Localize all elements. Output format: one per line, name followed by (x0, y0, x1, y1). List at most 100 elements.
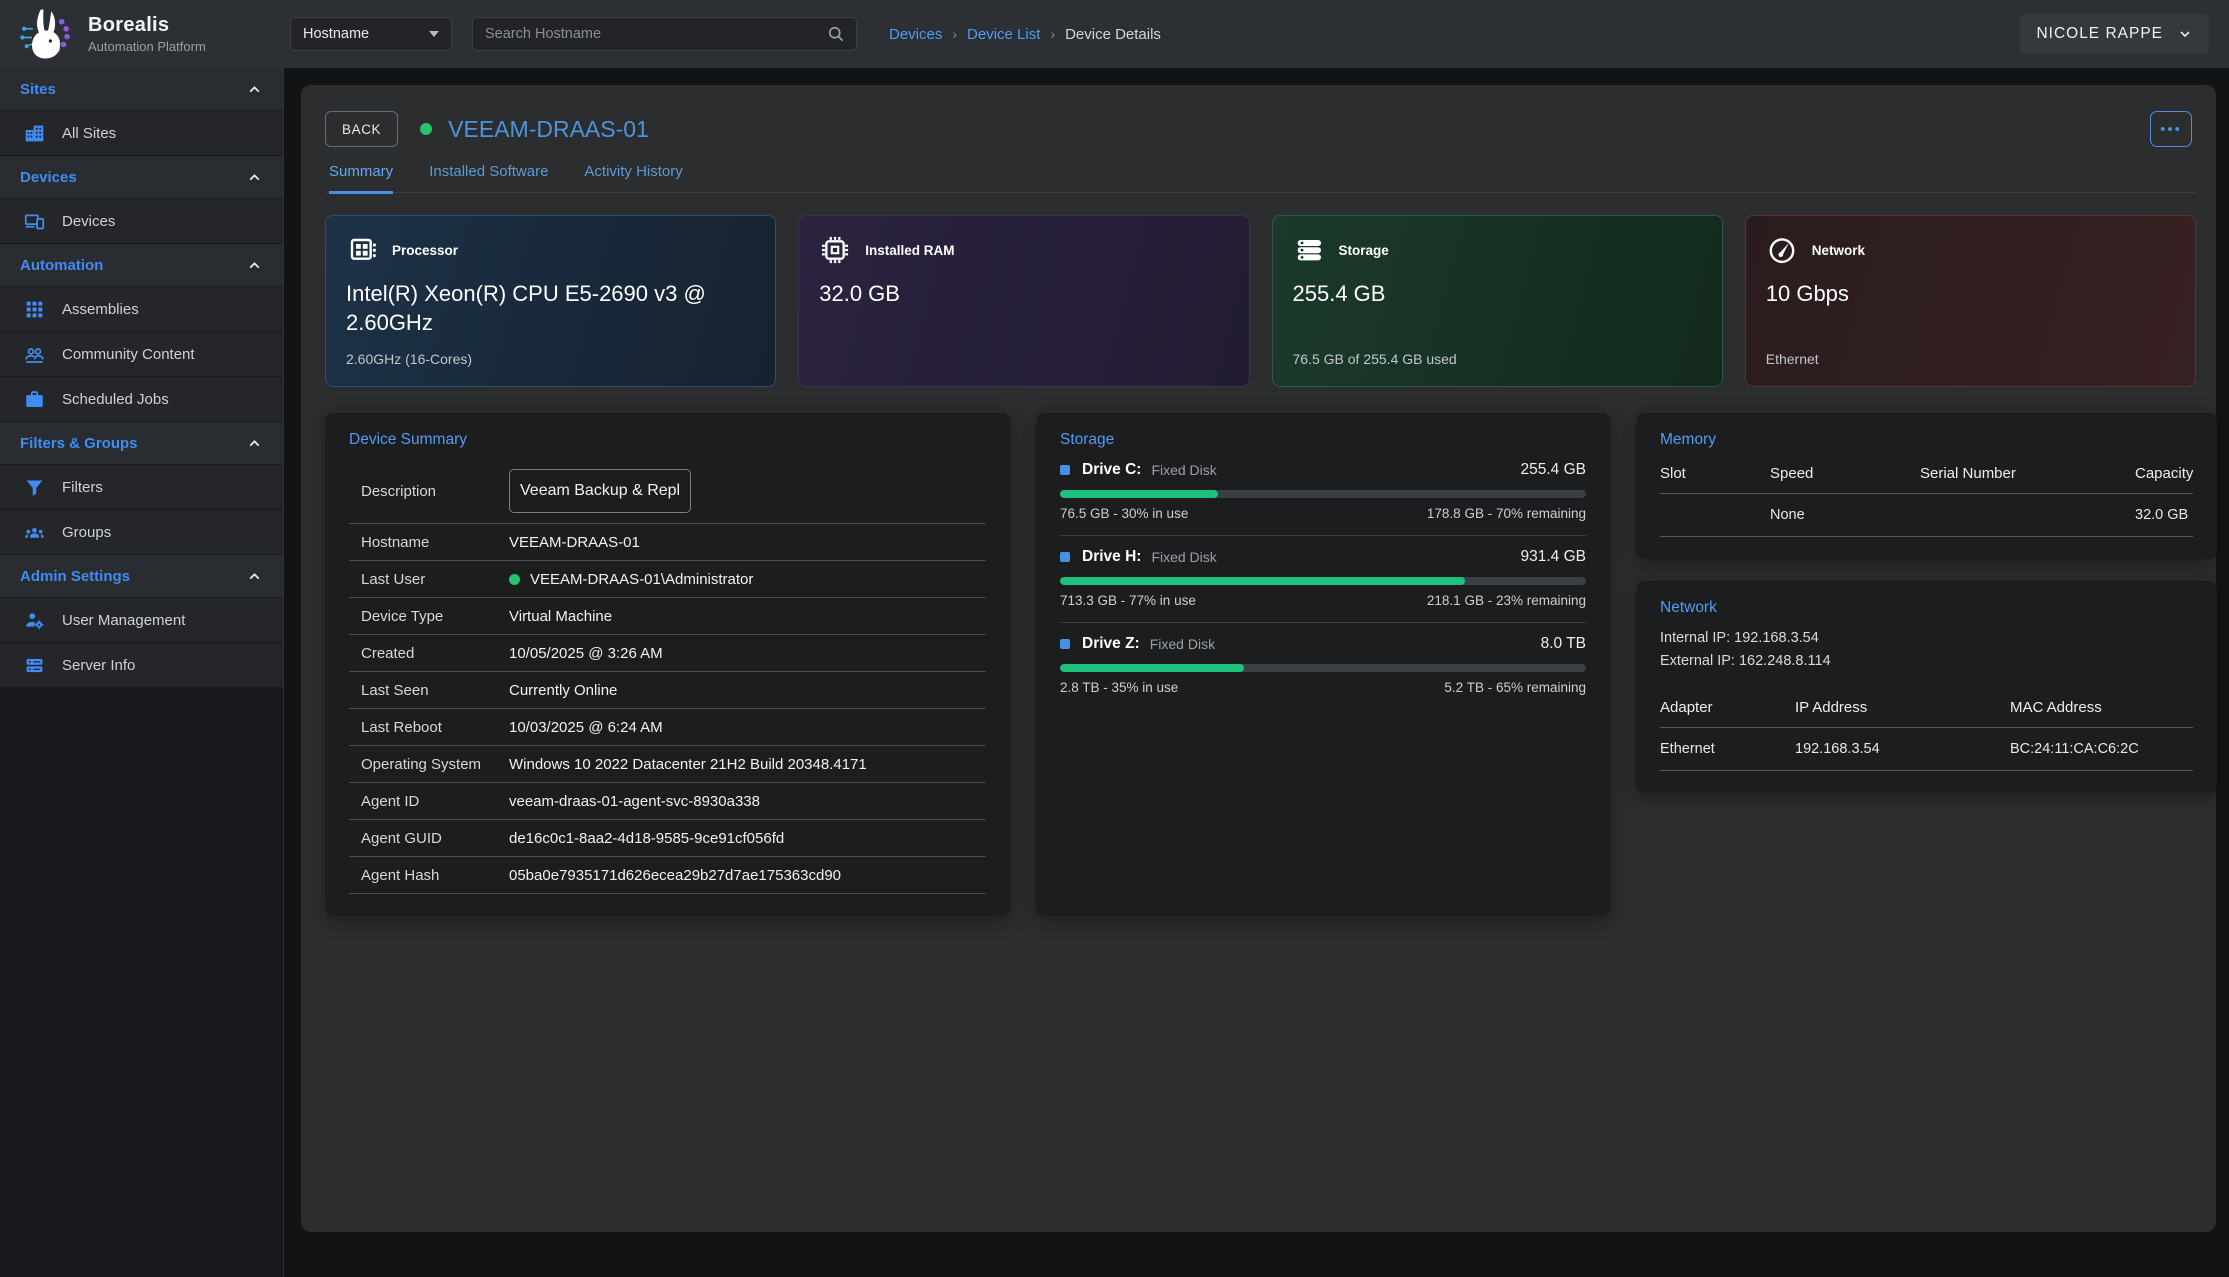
sidebar-section-label: Admin Settings (20, 568, 130, 585)
device-name: VEEAM-DRAAS-01 (448, 116, 649, 143)
funnel-icon (24, 477, 45, 498)
sidebar: Sites All Sites Devices Devices Automati… (0, 68, 284, 1277)
drive-remaining-text: 218.1 GB - 23% remaining (1427, 593, 1586, 608)
sidebar-item-groups[interactable]: Groups (0, 510, 283, 555)
online-status-dot (509, 574, 520, 585)
storage-stack-icon (1293, 234, 1325, 266)
ellipsis-icon: ••• (2160, 122, 2182, 137)
server-icon (24, 655, 45, 676)
sidebar-section-automation[interactable]: Automation (0, 244, 283, 287)
brand-logo[interactable]: Borealis Automation Platform (0, 7, 284, 61)
column-header-slot: Slot (1660, 465, 1770, 482)
sidebar-item-label: Filters (62, 479, 103, 496)
brand-name: Borealis (88, 14, 206, 37)
network-table-header: Adapter IP Address MAC Address (1660, 687, 2193, 728)
storage-panel: Storage Drive C: Fixed Disk 255.4 GB 76.… (1036, 413, 1610, 916)
sidebar-item-label: Devices (62, 213, 115, 230)
summary-label: Created (361, 645, 509, 662)
summary-row-description: Description (349, 459, 986, 524)
more-actions-button[interactable]: ••• (2150, 111, 2192, 147)
detail-panels-row: Device Summary Description Hostname VEEA… (325, 413, 2196, 916)
summary-label: Agent Hash (361, 867, 509, 884)
drive-name: Drive C: (1082, 461, 1141, 479)
drive-type: Fixed Disk (1150, 636, 1215, 652)
people-icon (24, 344, 45, 365)
search-field-dropdown[interactable]: Hostname (290, 17, 452, 51)
sidebar-item-user-management[interactable]: User Management (0, 598, 283, 643)
installed-ram-card: Installed RAM 32.0 GB (798, 215, 1249, 387)
tab-summary[interactable]: Summary (329, 163, 393, 194)
stat-card-label: Installed RAM (865, 243, 954, 258)
sidebar-item-devices[interactable]: Devices (0, 199, 283, 244)
summary-label: Agent ID (361, 793, 509, 810)
briefcase-icon (24, 389, 45, 410)
summary-row-agent-hash: Agent Hash 05ba0e7935171d626ecea29b27d7a… (349, 857, 986, 894)
internal-ip: Internal IP: 192.168.3.54 (1660, 627, 2193, 650)
description-input[interactable] (509, 469, 691, 513)
drive-size: 8.0 TB (1541, 635, 1586, 653)
sidebar-item-label: Scheduled Jobs (62, 391, 169, 408)
drive-name: Drive H: (1082, 548, 1141, 566)
sidebar-item-community-content[interactable]: Community Content (0, 332, 283, 377)
sidebar-section-filters-groups[interactable]: Filters & Groups (0, 422, 283, 465)
sidebar-section-sites[interactable]: Sites (0, 68, 283, 111)
adapter-mac: BC:24:11:CA:C6:2C (2010, 741, 2193, 757)
chevron-up-icon (246, 435, 263, 452)
summary-row-created: Created 10/05/2025 @ 3:26 AM (349, 635, 986, 672)
summary-row-agent-id: Agent ID veeam-draas-01-agent-svc-8930a3… (349, 783, 986, 820)
sidebar-section-admin-settings[interactable]: Admin Settings (0, 555, 283, 598)
tab-activity-history[interactable]: Activity History (584, 163, 682, 194)
drive-bullet-icon (1060, 639, 1070, 649)
sidebar-section-label: Automation (20, 257, 103, 274)
sidebar-section-devices[interactable]: Devices (0, 156, 283, 199)
user-menu-button[interactable]: NICOLE RAPPE (2020, 14, 2209, 54)
sidebar-item-label: Groups (62, 524, 111, 541)
network-card: Network 10 Gbps Ethernet (1745, 215, 2196, 387)
summary-value: VEEAM-DRAAS-01\Administrator (509, 571, 753, 588)
buildings-icon (24, 123, 45, 144)
drive-c-row: Drive C: Fixed Disk 255.4 GB 76.5 GB - 3… (1060, 449, 1586, 536)
device-tabs: Summary Installed Software Activity Hist… (325, 163, 2196, 193)
drive-usage-bar (1060, 664, 1586, 672)
column-header-mac-address: MAC Address (2010, 699, 2193, 716)
installed-ram-value: 32.0 GB (819, 280, 1208, 309)
top-bar: Borealis Automation Platform Hostname De… (0, 0, 2229, 68)
drive-remaining-text: 5.2 TB - 65% remaining (1444, 680, 1586, 695)
summary-label: Hostname (361, 534, 509, 551)
sidebar-item-filters[interactable]: Filters (0, 465, 283, 510)
storage-value: 255.4 GB (1293, 280, 1682, 309)
search-icon (826, 24, 846, 44)
sidebar-item-server-info[interactable]: Server Info (0, 643, 283, 688)
chevron-down-icon (2177, 26, 2193, 42)
drive-bullet-icon (1060, 465, 1070, 475)
back-button[interactable]: BACK (325, 111, 398, 147)
search-input[interactable] (485, 26, 826, 42)
sidebar-item-label: Assemblies (62, 301, 139, 318)
breadcrumb-devices[interactable]: Devices (889, 26, 942, 43)
sidebar-item-all-sites[interactable]: All Sites (0, 111, 283, 156)
ip-addresses: Internal IP: 192.168.3.54 External IP: 1… (1660, 627, 2193, 673)
storage-footer: 76.5 GB of 255.4 GB used (1293, 351, 1702, 368)
tab-installed-software[interactable]: Installed Software (429, 163, 548, 194)
sidebar-item-scheduled-jobs[interactable]: Scheduled Jobs (0, 377, 283, 422)
drive-type: Fixed Disk (1151, 549, 1216, 565)
summary-value: Virtual Machine (509, 608, 612, 625)
search-box (472, 17, 857, 51)
memory-table-row: None 32.0 GB (1660, 494, 2193, 537)
network-table-row: Ethernet 192.168.3.54 BC:24:11:CA:C6:2C (1660, 728, 2193, 771)
sidebar-item-assemblies[interactable]: Assemblies (0, 287, 283, 332)
stat-card-label: Storage (1339, 243, 1389, 258)
user-name: NICOLE RAPPE (2036, 25, 2163, 43)
drive-used-text: 2.8 TB - 35% in use (1060, 680, 1178, 695)
summary-label: Last Reboot (361, 719, 509, 736)
summary-row-last-seen: Last Seen Currently Online (349, 672, 986, 709)
column-header-serial-number: Serial Number (1920, 465, 2135, 482)
drive-h-row: Drive H: Fixed Disk 931.4 GB 713.3 GB - … (1060, 536, 1586, 623)
caret-down-icon (429, 31, 439, 37)
sidebar-item-label: User Management (62, 612, 185, 629)
sidebar-item-label: Community Content (62, 346, 195, 363)
app-root: Borealis Automation Platform Hostname De… (0, 0, 2229, 1277)
summary-value: 10/05/2025 @ 3:26 AM (509, 645, 663, 662)
breadcrumb-device-list[interactable]: Device List (967, 26, 1040, 43)
drive-remaining-text: 178.8 GB - 70% remaining (1427, 506, 1586, 521)
